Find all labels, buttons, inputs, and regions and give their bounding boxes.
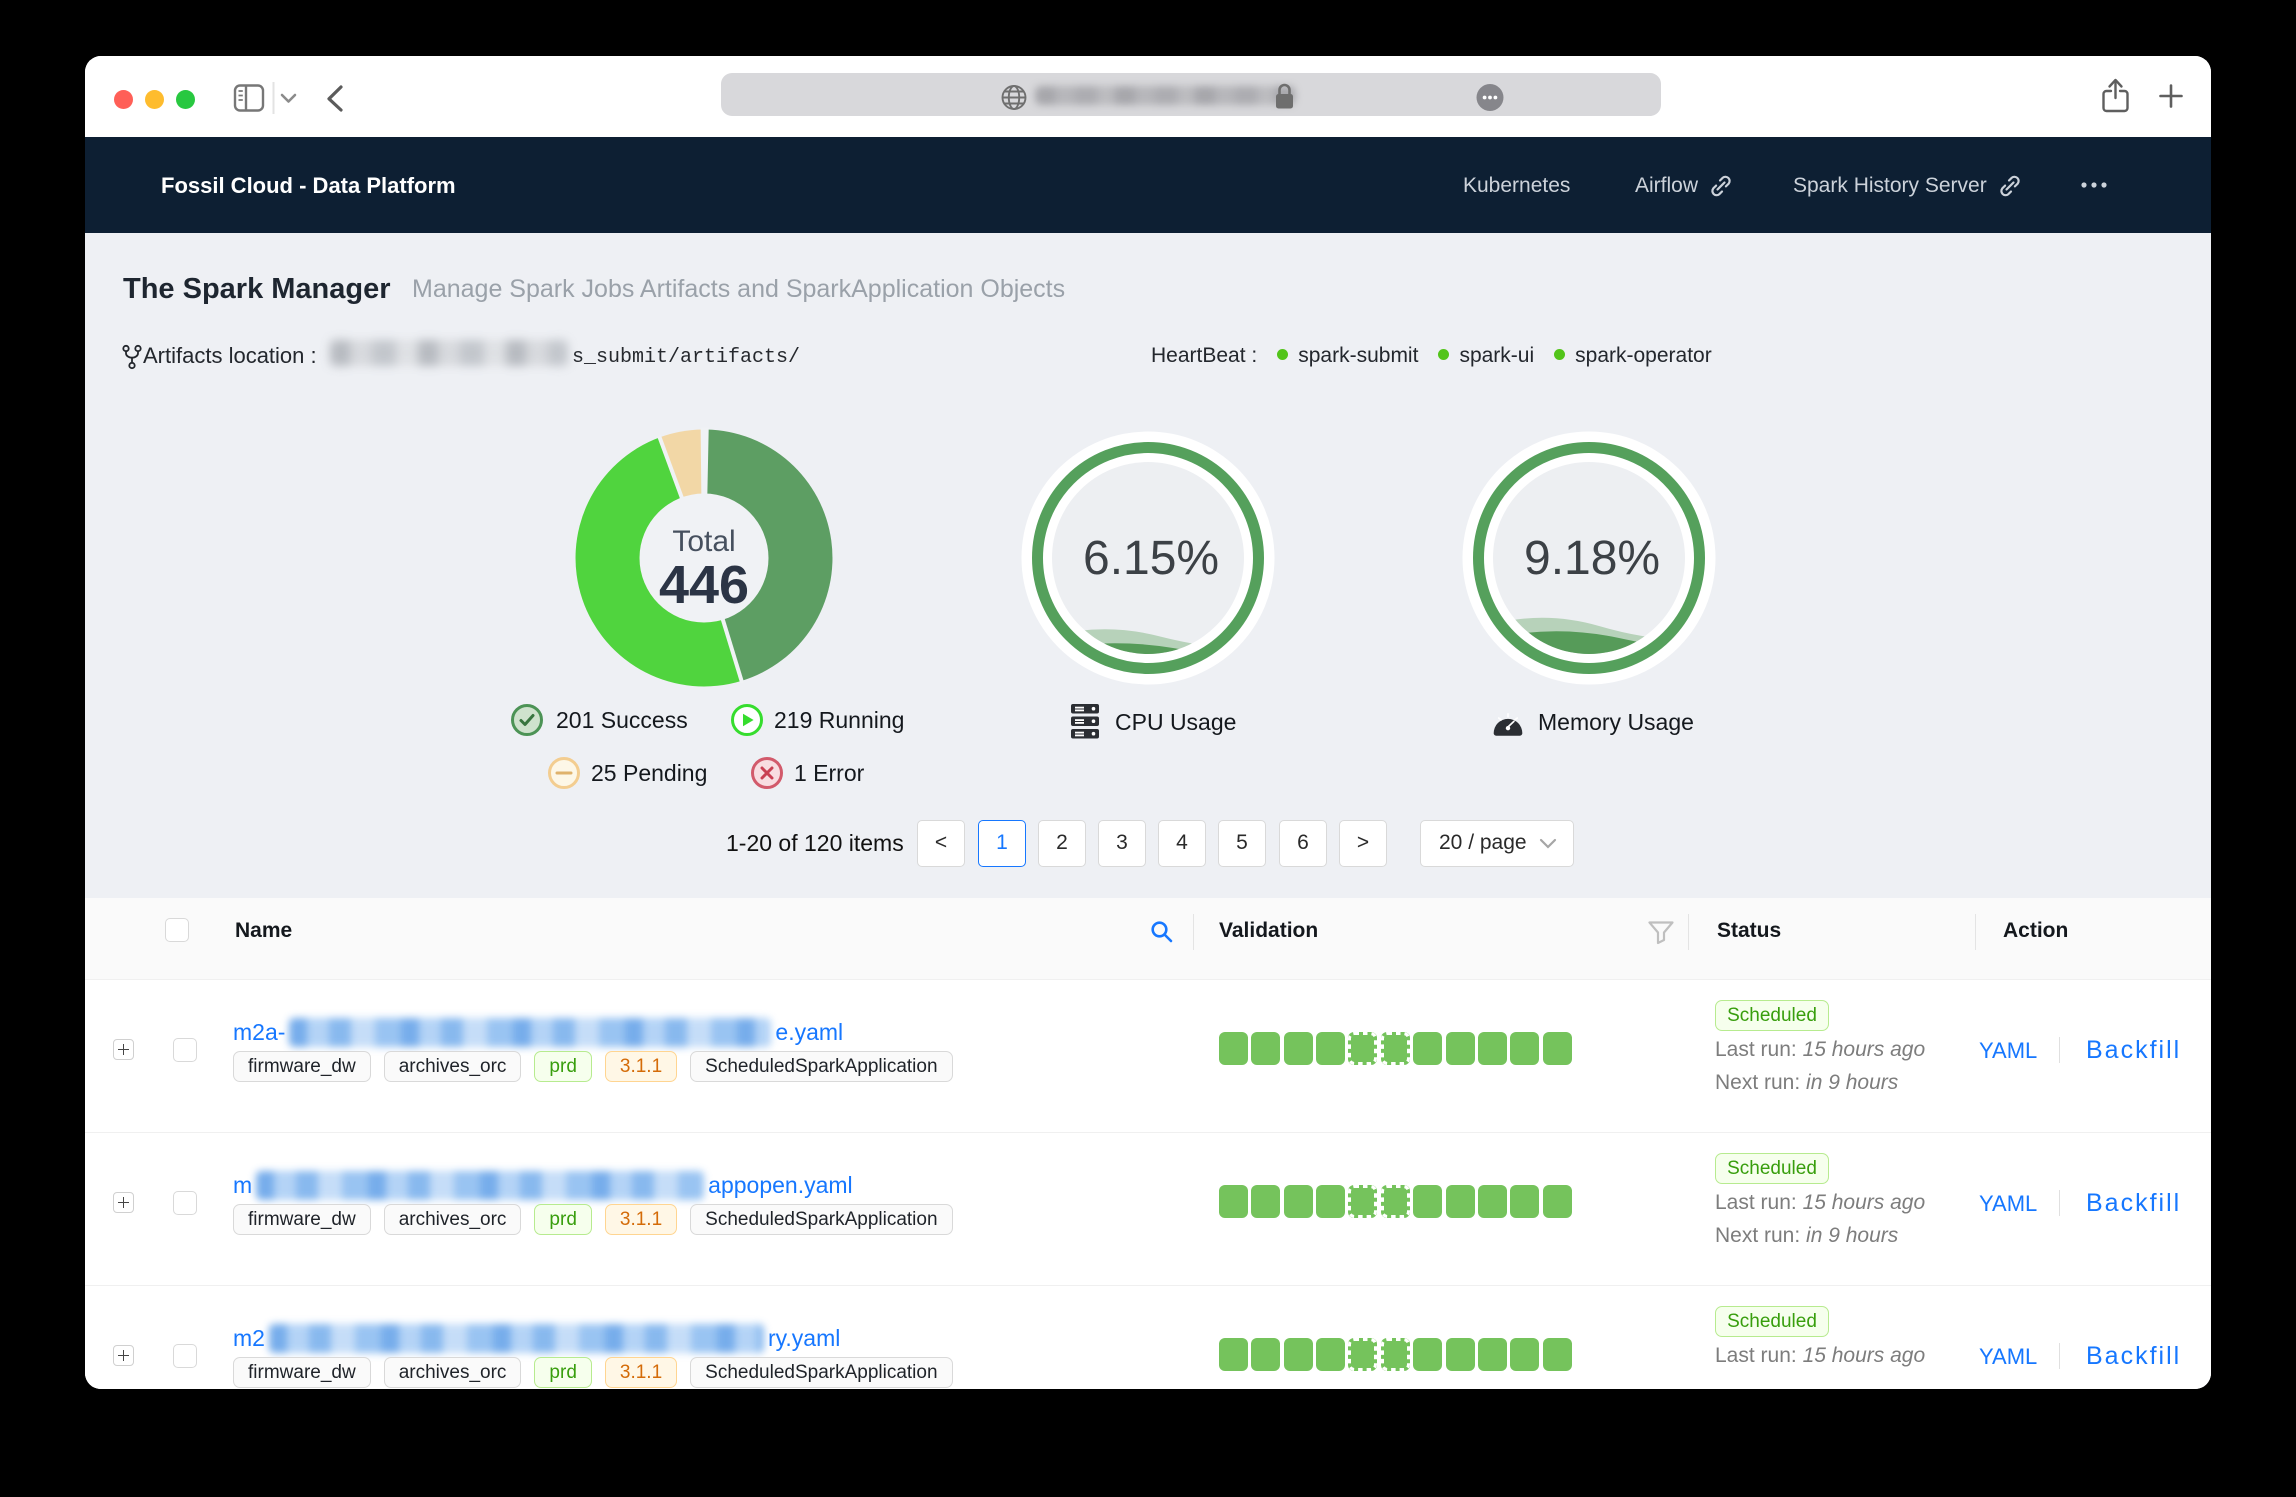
svg-text:446: 446	[659, 555, 749, 615]
svg-text:Total: Total	[672, 525, 735, 558]
